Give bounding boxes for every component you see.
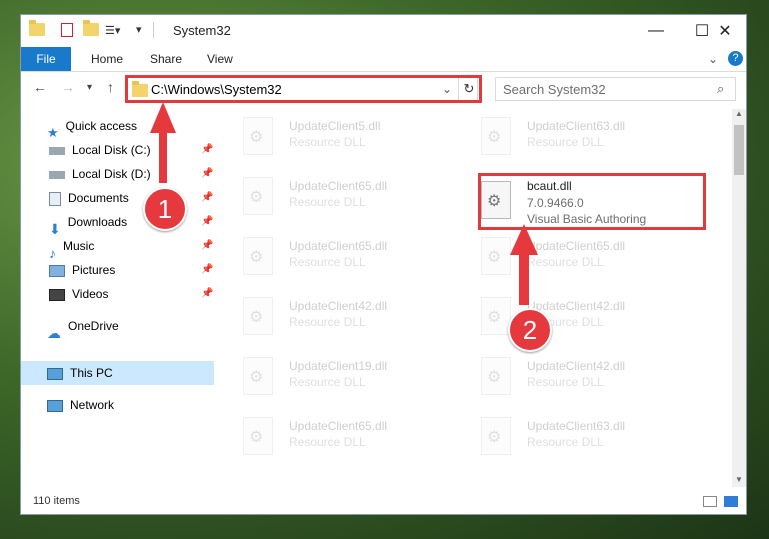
arrow-2 [510,224,538,305]
callout-badge-2: 2 [508,308,552,352]
callout-badge-1: 1 [143,187,187,231]
annotation-arrows [150,102,538,305]
arrow-1 [150,102,176,183]
